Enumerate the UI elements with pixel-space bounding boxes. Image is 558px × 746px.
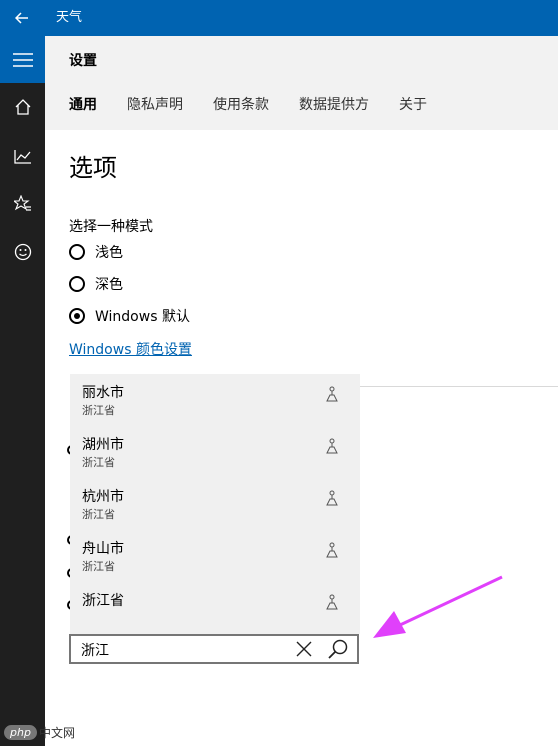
divider [360, 386, 558, 387]
suggestion-city: 舟山市 [82, 541, 124, 557]
tab-general[interactable]: 通用 [69, 94, 97, 114]
location-search-box[interactable] [69, 634, 359, 664]
tab-privacy[interactable]: 隐私声明 [127, 94, 183, 114]
suggestion-city: 杭州市 [82, 489, 124, 505]
suggestion-province: 浙江省 [82, 404, 115, 417]
tab-bar: 通用 隐私声明 使用条款 数据提供方 关于 [69, 94, 457, 114]
radio-windows-default-label: Windows 默认 [95, 309, 190, 325]
suggestion-item[interactable]: 浙江省 [70, 582, 360, 634]
radio-dark-circle[interactable] [69, 276, 85, 292]
suggestion-province: 浙江省 [82, 456, 115, 469]
clear-icon[interactable] [295, 640, 313, 658]
title-bar: 天气 [0, 0, 558, 36]
radio-dark[interactable]: 深色 [69, 274, 123, 294]
location-search-input[interactable] [79, 640, 283, 660]
windows-color-settings-link[interactable]: Windows 颜色设置 [69, 339, 192, 359]
mode-label: 选择一种模式 [69, 219, 153, 235]
chart-icon[interactable] [0, 132, 45, 180]
suggestion-item[interactable]: 丽水市 浙江省 [70, 374, 360, 426]
suggestion-city: 湖州市 [82, 437, 124, 453]
pin-icon[interactable] [324, 490, 340, 506]
suggestion-city: 浙江省 [82, 593, 124, 609]
radio-dark-label: 深色 [95, 277, 123, 293]
nav-rail [0, 36, 45, 746]
suggestion-city: 丽水市 [82, 385, 124, 401]
home-icon[interactable] [0, 83, 45, 131]
suggestion-province: 浙江省 [82, 508, 115, 521]
settings-header: 设置 通用 隐私声明 使用条款 数据提供方 关于 [45, 36, 558, 130]
suggestion-item[interactable]: 杭州市 浙江省 [70, 478, 360, 530]
page-title: 设置 [69, 53, 97, 69]
search-icon[interactable] [327, 638, 349, 660]
pin-icon[interactable] [324, 438, 340, 454]
suggestion-item[interactable]: 舟山市 浙江省 [70, 530, 360, 582]
search-suggestions: 丽水市 浙江省 湖州市 浙江省 杭州市 浙江省 舟山市 浙江省 浙江省 [70, 374, 360, 634]
tab-data-providers[interactable]: 数据提供方 [299, 94, 369, 114]
star-list-icon[interactable] [0, 180, 45, 228]
annotation-arrow-icon [373, 575, 503, 638]
radio-light[interactable]: 浅色 [69, 242, 123, 262]
back-arrow-icon[interactable] [0, 0, 44, 36]
radio-windows-default-circle[interactable] [69, 308, 85, 324]
pin-icon[interactable] [324, 594, 340, 610]
watermark-badge: php [4, 725, 37, 740]
smiley-icon[interactable] [0, 228, 45, 276]
pin-icon[interactable] [324, 542, 340, 558]
tab-terms[interactable]: 使用条款 [213, 94, 269, 114]
tab-about[interactable]: 关于 [399, 94, 427, 114]
watermark: php 中文网 [4, 724, 75, 741]
radio-light-label: 浅色 [95, 245, 123, 261]
radio-light-circle[interactable] [69, 244, 85, 260]
hamburger-icon[interactable] [0, 36, 45, 83]
app-title: 天气 [56, 10, 83, 25]
suggestion-province: 浙江省 [82, 560, 115, 573]
watermark-text: 中文网 [38, 726, 75, 740]
section-title: 选项 [69, 154, 117, 182]
pin-icon[interactable] [324, 386, 340, 402]
radio-windows-default[interactable]: Windows 默认 [69, 306, 190, 326]
suggestion-item[interactable]: 湖州市 浙江省 [70, 426, 360, 478]
